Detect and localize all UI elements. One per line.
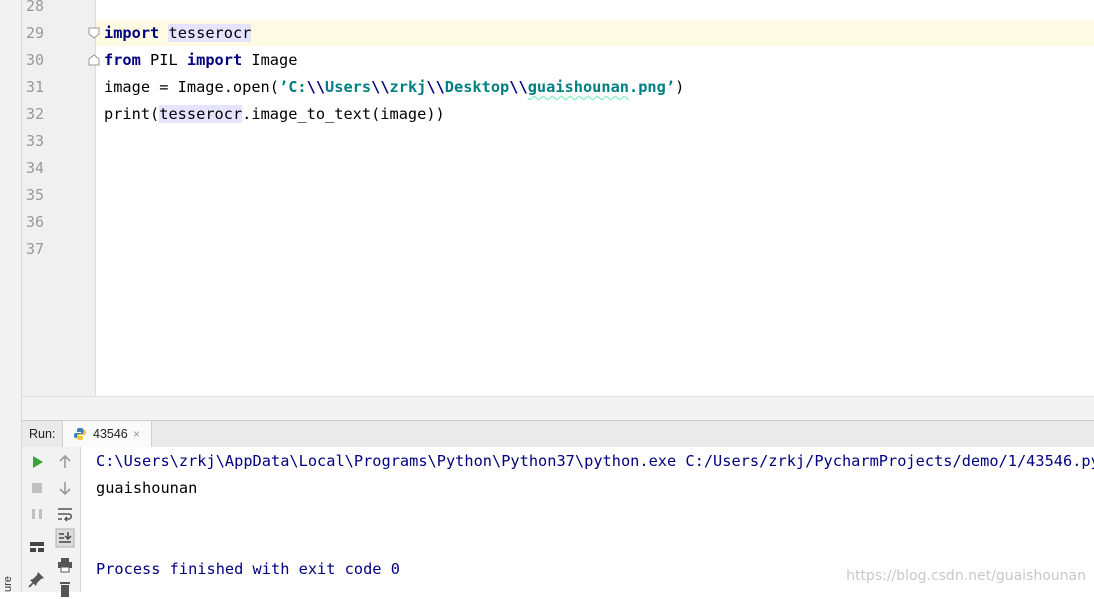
- pause-icon[interactable]: [27, 504, 47, 524]
- line-number: 33: [26, 132, 45, 150]
- stop-icon[interactable]: [27, 478, 47, 498]
- structure-tool-tab[interactable]: ure: [2, 560, 18, 592]
- code-line-32: print(tesserocr.image_to_text(image)): [104, 105, 445, 123]
- python-icon: [74, 428, 86, 440]
- watermark: https://blog.csdn.net/guaishounan: [846, 568, 1086, 584]
- run-toolbar: [22, 447, 81, 597]
- down-arrow-icon[interactable]: [55, 478, 75, 498]
- left-tool-strip: ure: [0, 0, 22, 592]
- scroll-to-end-icon[interactable]: [55, 528, 75, 548]
- rerun-icon[interactable]: [27, 452, 47, 472]
- code-line-31: image = Image.open(’C:\\Users\\zrkj\\Des…: [104, 78, 685, 96]
- console-output-line: guaishounan: [96, 479, 198, 497]
- line-number: 34: [26, 159, 45, 177]
- code-editor[interactable]: 28 29 30 31 32 33 34 35 36 37 import tes…: [22, 0, 1094, 396]
- close-icon[interactable]: ×: [133, 421, 140, 447]
- run-panel-header: Run: 43546 ×: [22, 420, 1094, 448]
- console-exit-line: Process finished with exit code 0: [96, 560, 400, 578]
- line-number: 28: [26, 0, 45, 15]
- trash-icon[interactable]: [55, 579, 75, 599]
- line-number: 36: [26, 213, 45, 231]
- run-label: Run:: [29, 427, 56, 441]
- line-number: 30: [26, 51, 45, 69]
- up-arrow-icon[interactable]: [55, 452, 75, 472]
- editor-gutter: 28 29 30 31 32 33 34 35 36 37: [22, 0, 96, 396]
- line-number: 29: [26, 24, 45, 42]
- print-icon[interactable]: [55, 555, 75, 575]
- editor-status-bar: [22, 396, 1094, 421]
- console-command-line: C:\Users\zrkj\AppData\Local\Programs\Pyt…: [96, 452, 1094, 470]
- code-line-30: from PIL import Image: [104, 51, 298, 69]
- layout-icon[interactable]: [27, 537, 47, 557]
- fold-start-icon[interactable]: [88, 27, 100, 39]
- fold-end-icon[interactable]: [88, 54, 100, 66]
- code-line-29: import tesserocr: [104, 24, 252, 42]
- run-tab-label: 43546: [93, 427, 128, 441]
- line-number: 37: [26, 240, 45, 258]
- soft-wrap-icon[interactable]: [55, 504, 75, 524]
- line-number: 32: [26, 105, 45, 123]
- pin-icon[interactable]: [27, 569, 47, 589]
- line-number: 31: [26, 78, 45, 96]
- line-number: 35: [26, 186, 45, 204]
- run-tab-43546[interactable]: 43546 ×: [62, 421, 152, 447]
